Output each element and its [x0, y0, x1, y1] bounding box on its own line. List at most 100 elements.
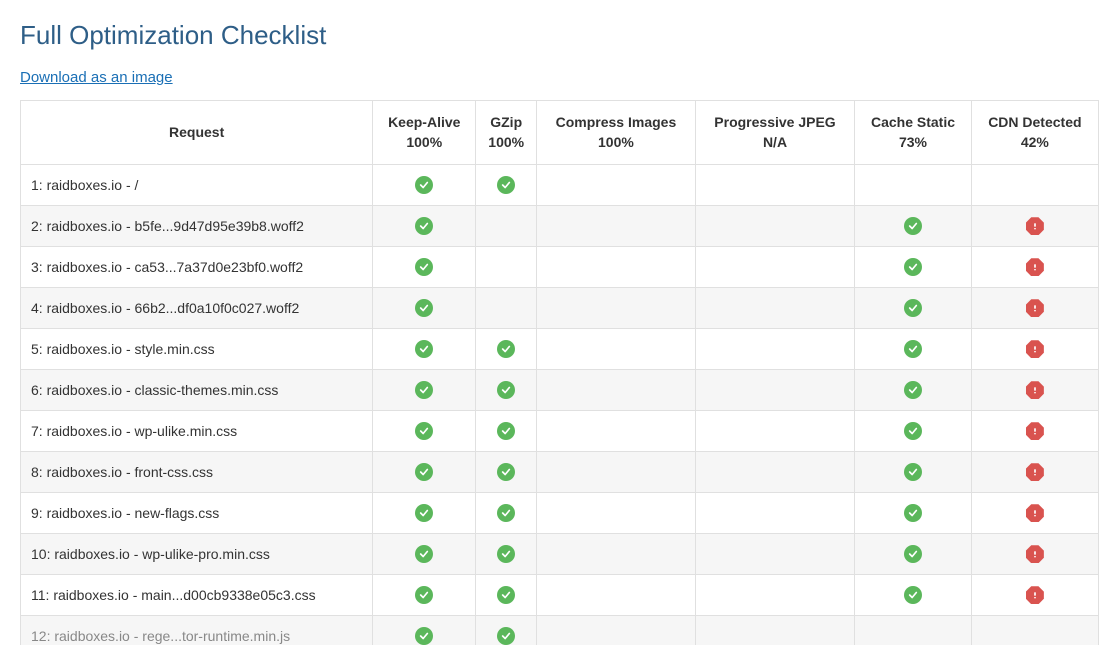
cell-cdn — [971, 493, 1098, 534]
check-icon — [904, 381, 922, 399]
table-row: 9: raidboxes.io - new-flags.css — [21, 493, 1099, 534]
optimization-checklist-table: Request Keep-Alive100% GZip100% Compress… — [20, 100, 1099, 645]
cell-gzip — [476, 575, 537, 616]
cell-pjpeg — [695, 165, 855, 206]
cell-keep_alive — [373, 206, 476, 247]
cell-keep_alive — [373, 288, 476, 329]
cell-gzip — [476, 288, 537, 329]
cell-cache — [855, 411, 971, 452]
cell-cache — [855, 288, 971, 329]
warning-icon — [1026, 504, 1044, 522]
check-icon — [415, 504, 433, 522]
check-icon — [904, 545, 922, 563]
cell-pjpeg — [695, 329, 855, 370]
cell-request: 2: raidboxes.io - b5fe...9d47d95e39b8.wo… — [21, 206, 373, 247]
col-progressive-jpeg: Progressive JPEGN/A — [695, 101, 855, 165]
table-row: 2: raidboxes.io - b5fe...9d47d95e39b8.wo… — [21, 206, 1099, 247]
check-icon — [497, 340, 515, 358]
check-icon — [904, 299, 922, 317]
col-compress-images: Compress Images100% — [537, 101, 696, 165]
check-icon — [415, 299, 433, 317]
cell-request: 4: raidboxes.io - 66b2...df0a10f0c027.wo… — [21, 288, 373, 329]
cell-cdn — [971, 452, 1098, 493]
cell-request: 3: raidboxes.io - ca53...7a37d0e23bf0.wo… — [21, 247, 373, 288]
cell-pjpeg — [695, 616, 855, 646]
check-icon — [904, 504, 922, 522]
table-row: 8: raidboxes.io - front-css.css — [21, 452, 1099, 493]
table-row: 7: raidboxes.io - wp-ulike.min.css — [21, 411, 1099, 452]
cell-compress — [537, 165, 696, 206]
cell-compress — [537, 206, 696, 247]
cell-cache — [855, 616, 971, 646]
check-icon — [415, 258, 433, 276]
cell-keep_alive — [373, 370, 476, 411]
cell-keep_alive — [373, 165, 476, 206]
cell-compress — [537, 493, 696, 534]
cell-gzip — [476, 247, 537, 288]
cell-request: 12: raidboxes.io - rege...tor-runtime.mi… — [21, 616, 373, 646]
cell-request: 5: raidboxes.io - style.min.css — [21, 329, 373, 370]
warning-icon — [1026, 545, 1044, 563]
check-icon — [415, 422, 433, 440]
cell-request: 7: raidboxes.io - wp-ulike.min.css — [21, 411, 373, 452]
cell-gzip — [476, 452, 537, 493]
check-icon — [415, 545, 433, 563]
cell-keep_alive — [373, 411, 476, 452]
check-icon — [415, 463, 433, 481]
cell-compress — [537, 534, 696, 575]
cell-compress — [537, 452, 696, 493]
cell-keep_alive — [373, 575, 476, 616]
cell-gzip — [476, 329, 537, 370]
page-title: Full Optimization Checklist — [20, 20, 1099, 51]
cell-cache — [855, 206, 971, 247]
check-icon — [904, 340, 922, 358]
table-row: 11: raidboxes.io - main...d00cb9338e05c3… — [21, 575, 1099, 616]
cell-cdn — [971, 329, 1098, 370]
download-as-image-link[interactable]: Download as an image — [20, 69, 173, 86]
cell-gzip — [476, 616, 537, 646]
cell-cdn — [971, 288, 1098, 329]
cell-cdn — [971, 247, 1098, 288]
warning-icon — [1026, 463, 1044, 481]
cell-keep_alive — [373, 247, 476, 288]
warning-icon — [1026, 258, 1044, 276]
cell-request: 11: raidboxes.io - main...d00cb9338e05c3… — [21, 575, 373, 616]
check-icon — [497, 545, 515, 563]
check-icon — [904, 217, 922, 235]
cell-cache — [855, 452, 971, 493]
check-icon — [497, 422, 515, 440]
cell-pjpeg — [695, 411, 855, 452]
cell-cache — [855, 534, 971, 575]
cell-pjpeg — [695, 370, 855, 411]
cell-cdn — [971, 575, 1098, 616]
cell-pjpeg — [695, 288, 855, 329]
cell-cdn — [971, 534, 1098, 575]
cell-compress — [537, 616, 696, 646]
cell-keep_alive — [373, 452, 476, 493]
cell-keep_alive — [373, 493, 476, 534]
cell-keep_alive — [373, 329, 476, 370]
warning-icon — [1026, 381, 1044, 399]
cell-cache — [855, 165, 971, 206]
cell-keep_alive — [373, 534, 476, 575]
cell-gzip — [476, 411, 537, 452]
cell-pjpeg — [695, 534, 855, 575]
cell-pjpeg — [695, 452, 855, 493]
cell-cache — [855, 493, 971, 534]
warning-icon — [1026, 586, 1044, 604]
warning-icon — [1026, 299, 1044, 317]
cell-compress — [537, 288, 696, 329]
table-row: 4: raidboxes.io - 66b2...df0a10f0c027.wo… — [21, 288, 1099, 329]
check-icon — [415, 217, 433, 235]
cell-cdn — [971, 616, 1098, 646]
cell-cdn — [971, 370, 1098, 411]
table-row: 5: raidboxes.io - style.min.css — [21, 329, 1099, 370]
cell-cdn — [971, 411, 1098, 452]
cell-pjpeg — [695, 247, 855, 288]
col-request: Request — [21, 101, 373, 165]
table-row: 1: raidboxes.io - / — [21, 165, 1099, 206]
cell-gzip — [476, 165, 537, 206]
cell-gzip — [476, 534, 537, 575]
cell-cache — [855, 575, 971, 616]
cell-compress — [537, 329, 696, 370]
